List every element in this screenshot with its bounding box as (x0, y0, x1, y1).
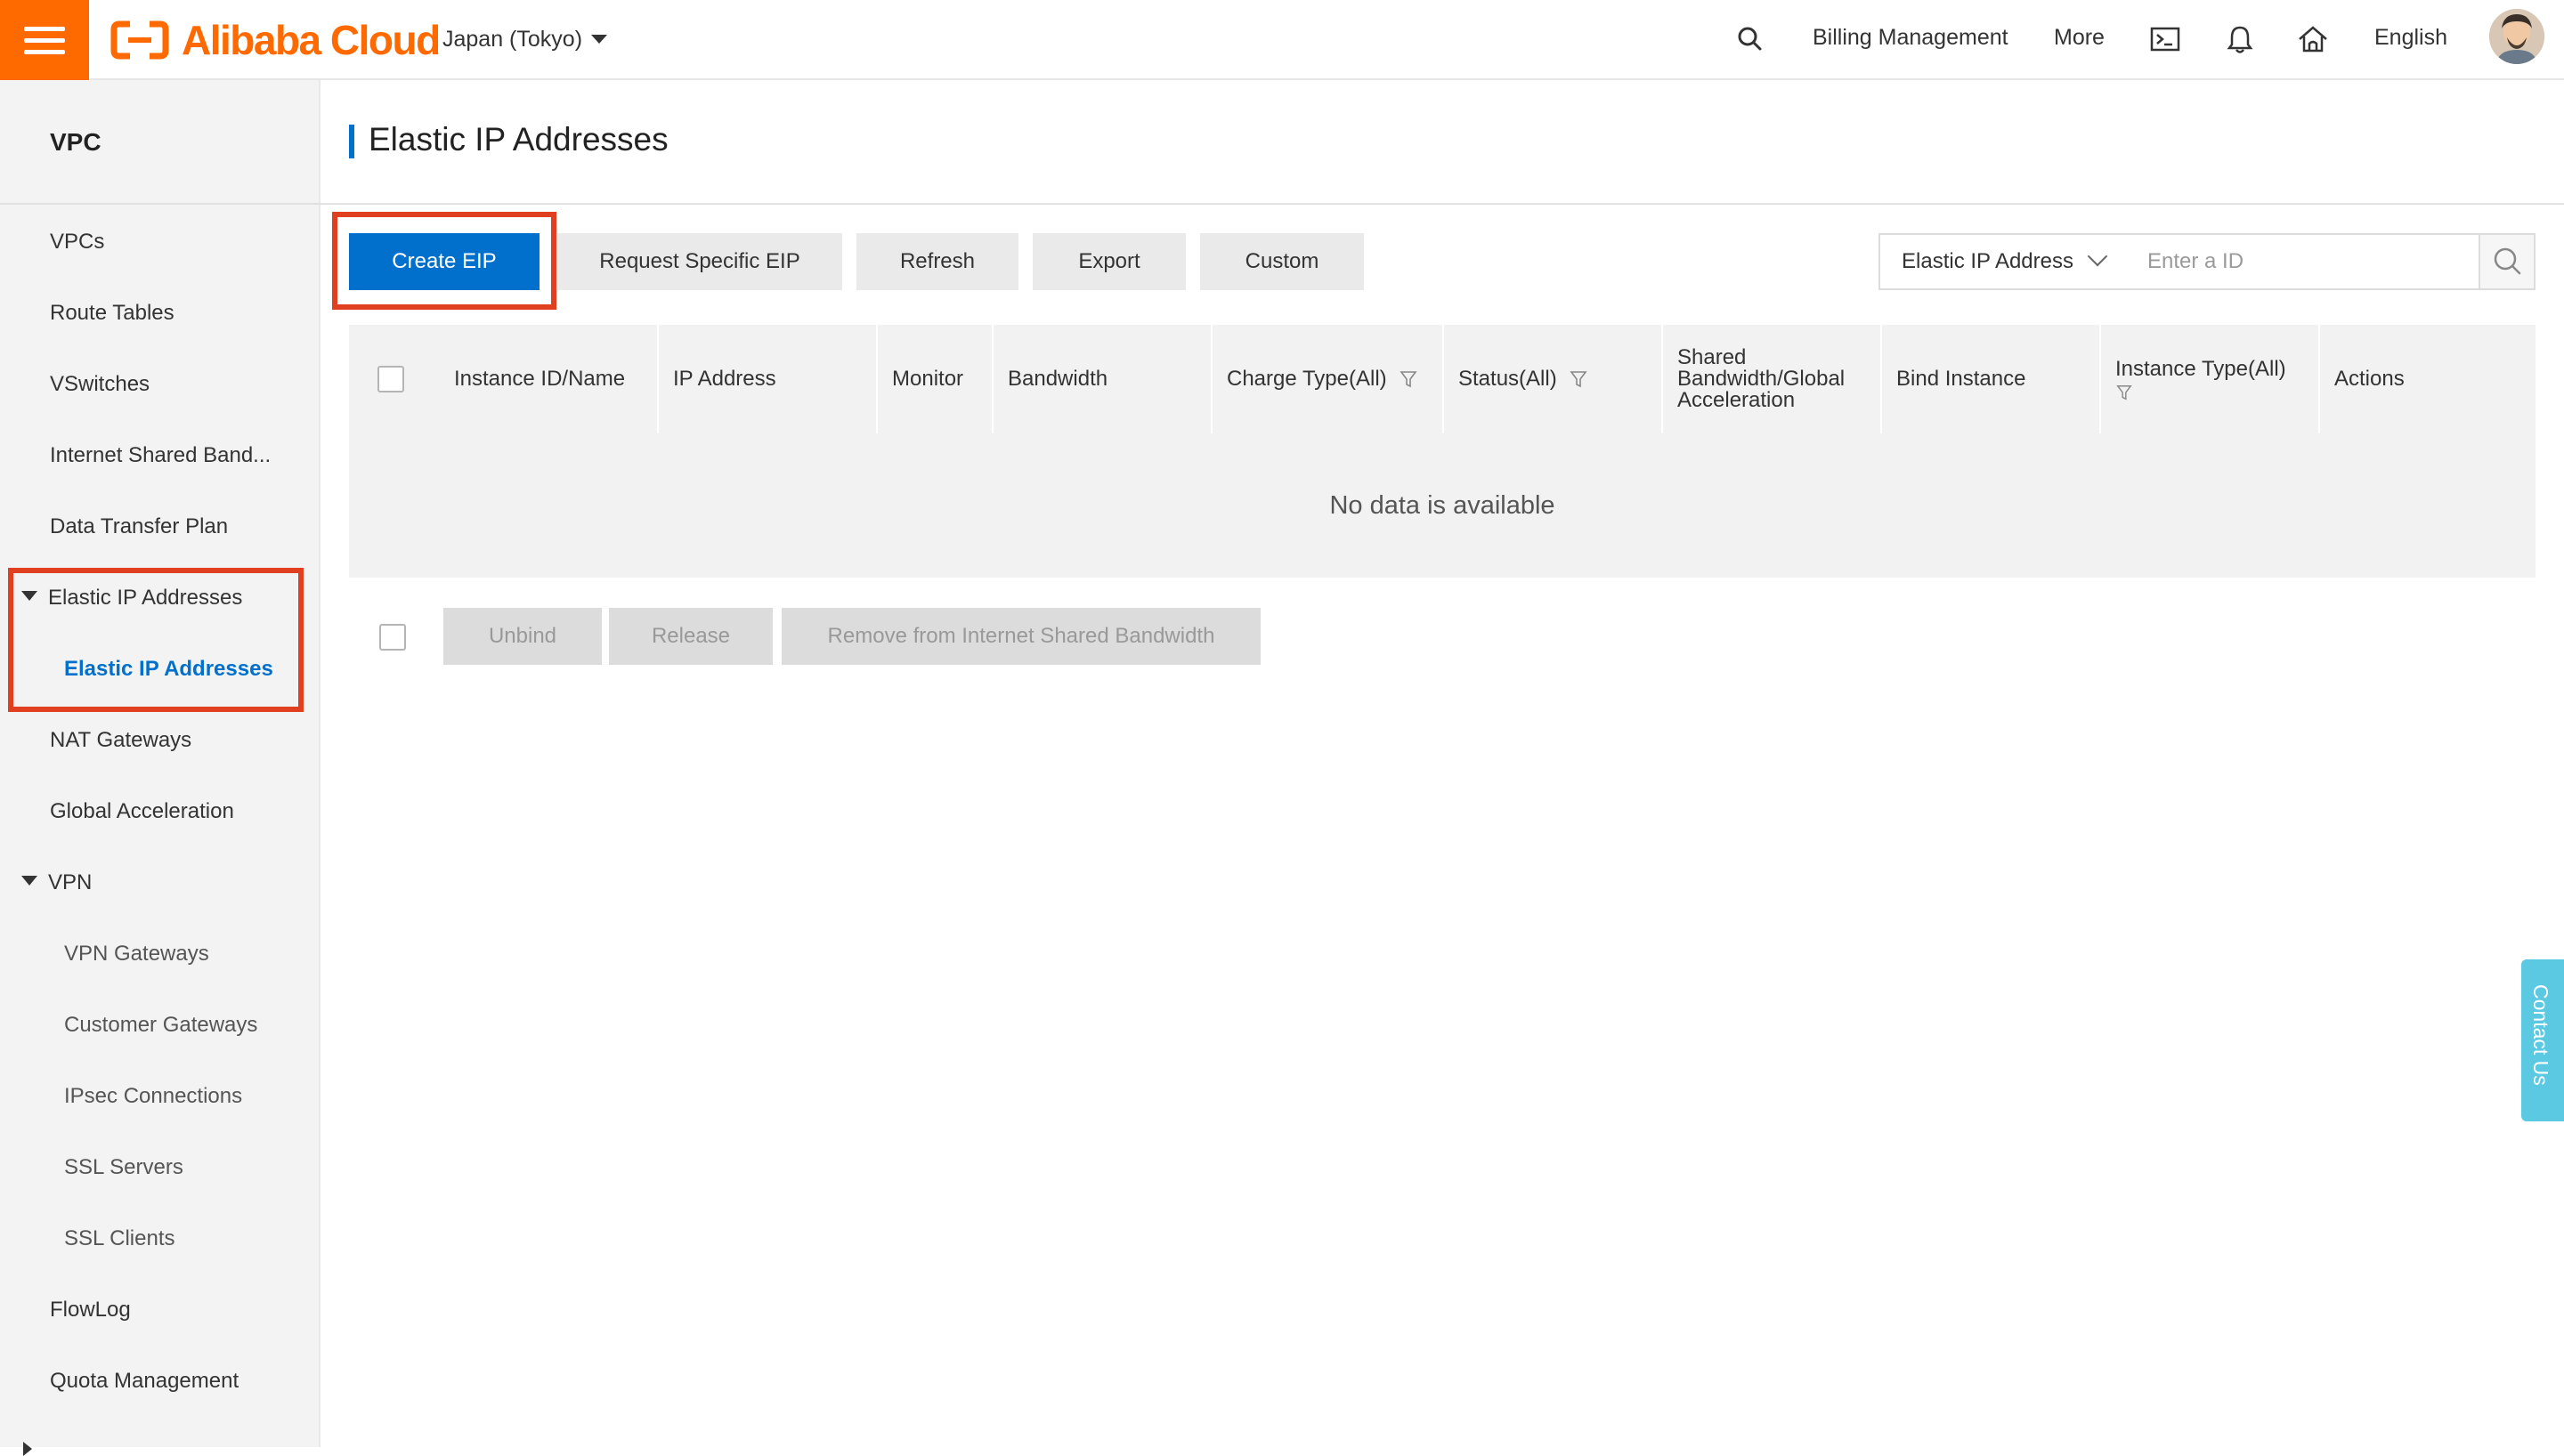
column-label: Status(All) (1458, 367, 1557, 391)
column-bind-instance[interactable]: Bind Instance (1882, 325, 2101, 433)
more-link[interactable]: More (2054, 20, 2105, 55)
search-field-select[interactable]: Elastic IP Address (1878, 233, 2126, 290)
search-field-value: Elastic IP Address (1902, 249, 2073, 273)
empty-state: No data is available (349, 433, 2536, 578)
top-bar: Alibaba Cloud Japan (Tokyo) Billing Mana… (0, 0, 2564, 80)
search-input[interactable] (2124, 233, 2480, 290)
chevron-down-icon (2087, 246, 2108, 267)
select-all-checkbox[interactable] (377, 366, 404, 392)
filter-icon[interactable] (1400, 369, 1417, 389)
column-label: Instance Type(All) (2115, 357, 2286, 381)
release-button[interactable]: Release (609, 608, 773, 665)
column-bandwidth[interactable]: Bandwidth (994, 325, 1213, 433)
column-shared-bandwidth[interactable]: Shared Bandwidth/Global Acceleration (1663, 325, 1882, 433)
column-label: Monitor (892, 367, 964, 391)
region-selector[interactable]: Japan (Tokyo) (442, 21, 608, 57)
avatar[interactable] (2489, 9, 2544, 64)
column-actions: Actions (2320, 325, 2536, 433)
column-label: IP Address (673, 367, 776, 391)
search-icon[interactable] (1732, 21, 1768, 57)
column-charge-type[interactable]: Charge Type(All) (1213, 325, 1444, 433)
caret-down-icon[interactable] (21, 876, 37, 886)
user-avatar-icon (2489, 9, 2544, 64)
header-divider (320, 203, 2564, 205)
filter-icon[interactable] (2115, 384, 2133, 401)
column-ip-address[interactable]: IP Address (659, 325, 878, 433)
filter-icon[interactable] (1570, 369, 1587, 389)
request-specific-eip-button[interactable]: Request Specific EIP (557, 233, 842, 290)
column-monitor[interactable]: Monitor (878, 325, 994, 433)
sidebar-item-ipsec-connections[interactable]: IPsec Connections (64, 1084, 242, 1109)
bulk-select-checkbox[interactable] (379, 624, 406, 651)
chevron-down-icon (591, 35, 608, 44)
sidebar-title: VPC (50, 128, 101, 156)
export-button[interactable]: Export (1033, 233, 1186, 290)
sidebar-item-flowlog[interactable]: FlowLog (50, 1298, 131, 1323)
search-icon (2494, 247, 2521, 275)
sidebar-item-customer-gateways[interactable]: Customer Gateways (64, 1013, 257, 1038)
bell-icon[interactable] (2222, 21, 2258, 57)
brand-name: Alibaba Cloud (182, 17, 441, 63)
sidebar-item-ssl-clients[interactable]: SSL Clients (64, 1226, 175, 1251)
column-label: Bind Instance (1896, 367, 2026, 391)
column-instance-type[interactable]: Instance Type(All) (2101, 325, 2320, 433)
column-label-line: Shared (1677, 345, 1747, 369)
sidebar-group-vpn[interactable]: VPN (48, 870, 92, 895)
sidebar-item-data-transfer-plan[interactable]: Data Transfer Plan (50, 514, 228, 539)
sidebar-item-route-tables[interactable]: Route Tables (50, 301, 174, 326)
column-label-line: Acceleration (1677, 388, 1796, 412)
sidebar-divider (0, 203, 320, 205)
sidebar-item-vswitches[interactable]: VSwitches (50, 372, 150, 397)
alibaba-cloud-logo[interactable]: Alibaba Cloud (110, 14, 441, 66)
sidebar-item-nat-gateways[interactable]: NAT Gateways (50, 728, 191, 753)
contact-us-label: Contact Us (2529, 984, 2552, 1086)
refresh-button[interactable]: Refresh (856, 233, 1018, 290)
terminal-icon[interactable] (2147, 21, 2183, 57)
sidebar-item-ssl-servers[interactable]: SSL Servers (64, 1155, 183, 1180)
remove-from-shared-bandwidth-button[interactable]: Remove from Internet Shared Bandwidth (782, 608, 1261, 665)
sidebar-item-vpcs[interactable]: VPCs (50, 230, 104, 255)
column-status[interactable]: Status(All) (1444, 325, 1663, 433)
column-label: Instance ID/Name (454, 367, 626, 391)
column-label: Shared Bandwidth/Global Acceleration (1677, 347, 1845, 411)
column-label: Charge Type(All) (1227, 367, 1387, 391)
create-eip-highlight-box (332, 212, 556, 310)
column-instance-id[interactable]: Instance ID/Name (440, 325, 659, 433)
table-header: Instance ID/Name IP Address Monitor Band… (349, 325, 2536, 433)
contact-us-tab[interactable]: Contact Us (2521, 959, 2564, 1121)
region-label: Japan (Tokyo) (442, 26, 583, 52)
sidebar-item-vpn-gateways[interactable]: VPN Gateways (64, 942, 209, 967)
column-label: Bandwidth (1008, 367, 1108, 391)
search-button[interactable] (2479, 233, 2536, 290)
billing-management-link[interactable]: Billing Management (1813, 20, 2008, 55)
sidebar-highlight-box (8, 568, 304, 712)
title-accent-bar (349, 125, 354, 158)
caret-right-icon[interactable] (23, 1442, 32, 1456)
logo-mark-icon (110, 20, 169, 60)
unbind-button[interactable]: Unbind (443, 608, 602, 665)
sidebar-item-quota-management[interactable]: Quota Management (50, 1369, 239, 1394)
sidebar-item-internet-shared-bandwidth[interactable]: Internet Shared Band... (50, 443, 271, 468)
custom-button[interactable]: Custom (1200, 233, 1364, 290)
home-icon[interactable] (2295, 21, 2331, 57)
page-title: Elastic IP Addresses (369, 121, 669, 158)
sidebar-item-global-acceleration[interactable]: Global Acceleration (50, 799, 234, 824)
language-selector[interactable]: English (2374, 20, 2447, 55)
column-label: Actions (2334, 367, 2405, 391)
menu-icon[interactable] (0, 0, 89, 80)
column-label-line: Bandwidth/Global (1677, 367, 1846, 391)
